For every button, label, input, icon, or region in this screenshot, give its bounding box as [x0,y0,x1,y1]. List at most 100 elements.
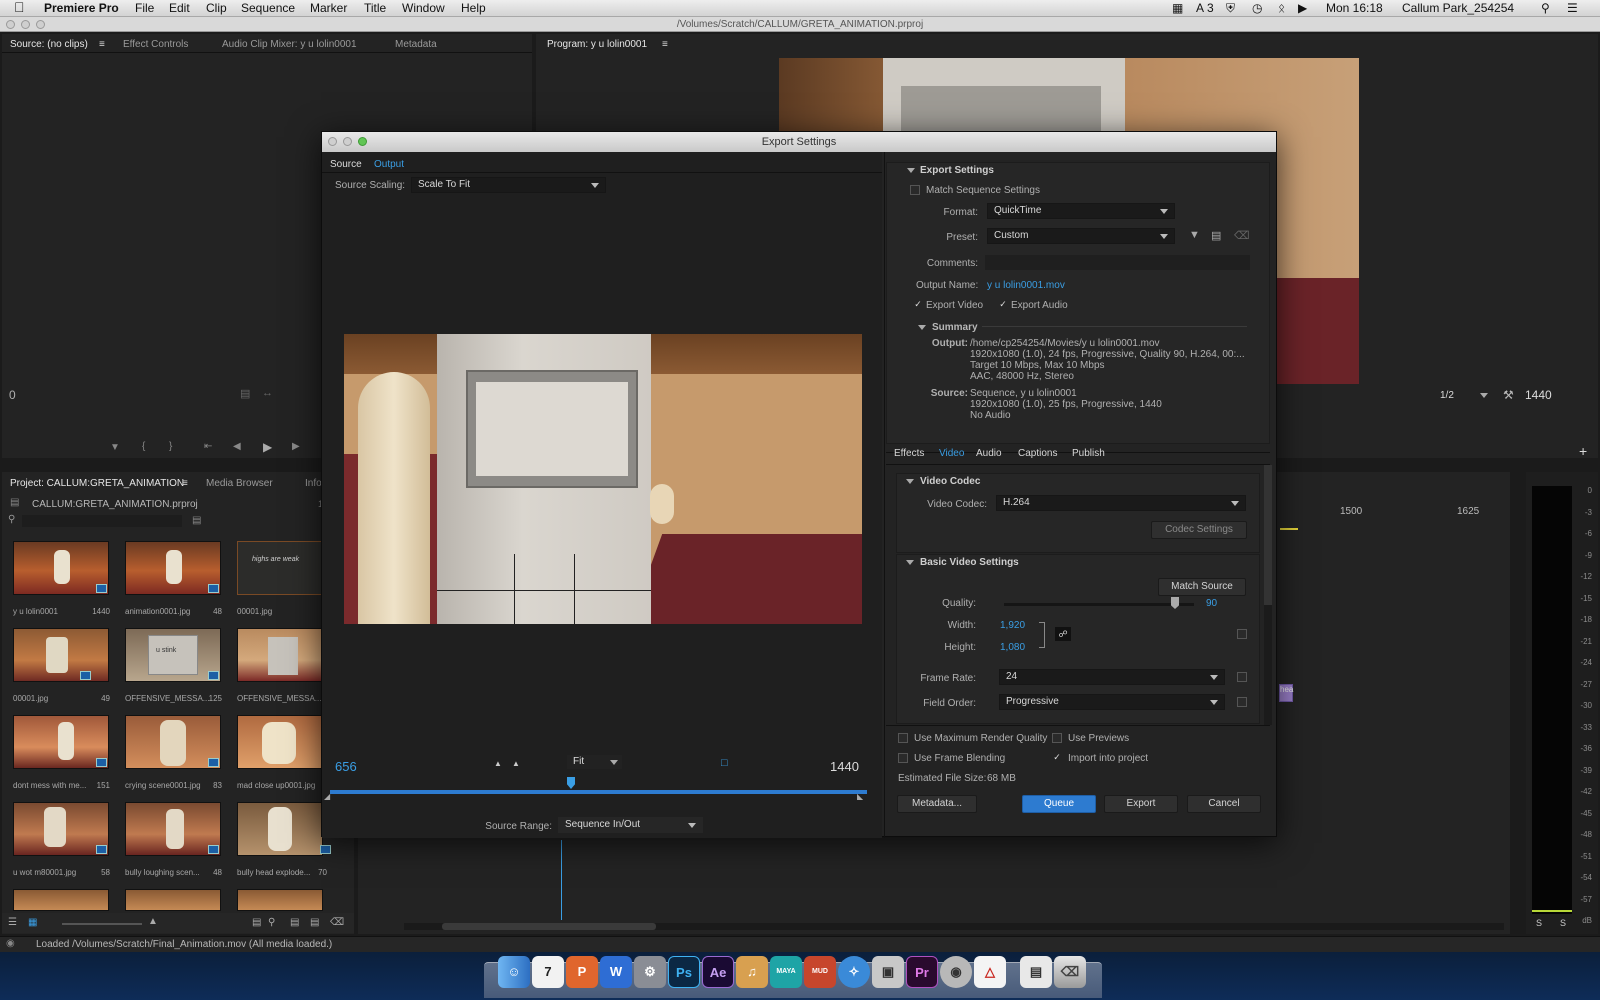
project-panel-menu-icon[interactable]: ≡ [182,478,188,489]
source-panel-menu-icon[interactable]: ≡ [99,39,105,50]
frame-rate-dropdown[interactable]: 24 [999,669,1225,685]
program-panel-menu-icon[interactable]: ≡ [662,39,668,50]
collapse-triangle-icon[interactable] [907,168,915,173]
range-out-handle[interactable]: ◣ [857,792,863,801]
mudbox-icon[interactable]: MUD [804,956,836,988]
match-source-button[interactable]: Match Source [1158,578,1246,596]
format-dropdown[interactable]: QuickTime [987,203,1175,219]
metadata-button[interactable]: Metadata... [897,795,977,813]
premiere-icon[interactable]: Pr [906,956,938,988]
crop-icon[interactable]: □ [721,757,728,769]
menu-clip[interactable]: Clip [206,1,227,15]
tab-program[interactable]: Program: y u lolin0001 [547,39,647,50]
add-button-icon[interactable]: + [1579,443,1587,459]
collapse-triangle-icon[interactable] [906,479,914,484]
trash-icon[interactable]: ⌫ [330,917,344,928]
play-icon[interactable]: ▶ [263,440,272,454]
frame-rate-checkbox[interactable] [1237,672,1247,682]
frame-blending-checkbox[interactable] [898,753,908,763]
spotlight-icon[interactable]: ⚲ [1541,1,1550,15]
comments-input[interactable] [985,255,1250,270]
steam-icon[interactable]: ◉ [940,956,972,988]
system-preferences-icon[interactable]: ⚙ [634,956,666,988]
dialog-zoom-button[interactable] [358,137,367,146]
icon-view-icon[interactable]: ▦ [28,917,37,928]
collapse-triangle-icon[interactable] [906,560,914,565]
search-icon[interactable]: ⚲ [8,514,15,525]
new-item-icon[interactable]: ▤ [310,917,319,928]
range-in-handle[interactable]: ◢ [324,792,330,801]
max-render-quality-checkbox[interactable] [898,733,908,743]
sort-icon[interactable]: ▲ [148,916,158,927]
output-name-link[interactable]: y u lolin0001.mov [987,280,1065,291]
thumb-crying-scene[interactable] [125,715,221,769]
automate-icon[interactable]: ▤ [252,917,261,928]
wrench-icon[interactable]: ⚒ [1503,388,1514,402]
solo-button-right[interactable]: S [1560,918,1566,928]
tab-source[interactable]: Source: (no clips) [10,39,88,50]
thumb-partial[interactable] [237,889,323,911]
mark-in-icon[interactable]: { [142,441,145,452]
settings-scrollbar[interactable] [1264,465,1272,725]
quality-value[interactable]: 90 [1206,598,1217,609]
acrobat-icon[interactable]: △ [974,956,1006,988]
minimize-window-button[interactable] [21,20,30,29]
document-icon[interactable]: ▤ [1020,956,1052,988]
thumb-bully-head[interactable] [237,802,323,856]
source-scaling-dropdown[interactable]: Scale To Fit [411,177,606,193]
preset-dropdown[interactable]: Custom [987,228,1175,244]
tab-output-preview[interactable]: Output [374,159,404,170]
source-range-dropdown[interactable]: Sequence In/Out [558,817,703,833]
set-in-point-icon[interactable]: ▲ [494,759,502,768]
summary-triangle-icon[interactable] [918,325,926,330]
thumb-chalkboard[interactable]: highs are weak [237,541,323,595]
queue-button[interactable]: Queue [1022,795,1096,813]
word-icon[interactable]: W [600,956,632,988]
calendar-icon[interactable]: 7 [532,956,564,988]
codec-settings-button[interactable]: Codec Settings [1151,521,1247,539]
cancel-button[interactable]: Cancel [1187,795,1261,813]
close-window-button[interactable] [6,20,15,29]
menu-window[interactable]: Window [402,1,445,15]
timeline-playhead[interactable] [561,840,562,920]
menu-help[interactable]: Help [461,1,486,15]
user-name[interactable]: Callum Park_254254 [1402,1,1514,15]
thumb-mad-close-up[interactable] [237,715,323,769]
source-range-bar[interactable] [330,790,867,794]
shield-icon[interactable]: ⛨ [1226,1,1235,16]
zoom-slider[interactable] [62,923,142,925]
thumb-partial[interactable] [13,889,109,911]
powerpoint-icon[interactable]: P [566,956,598,988]
thumb-bully-laughing[interactable] [125,802,221,856]
finder-icon[interactable]: ☺ [498,956,530,988]
timeline-scrollbar[interactable] [404,923,1504,930]
new-bin-icon[interactable]: ▤ [290,917,299,928]
timeline-clip[interactable]: hea [1279,684,1293,702]
new-bin-from-search-icon[interactable]: ▤ [192,515,201,526]
tab-video[interactable]: Video [939,448,964,459]
list-view-icon[interactable]: ☰ [8,917,17,928]
app-menu[interactable]: Premiere Pro [44,1,119,15]
thumb-dont-mess[interactable] [13,715,109,769]
field-order-checkbox[interactable] [1237,697,1247,707]
pdf-status-icon[interactable]: ▦ [1172,1,1183,15]
export-button[interactable]: Export [1104,795,1178,813]
find-icon[interactable]: ⚲ [268,917,275,928]
tab-source-preview[interactable]: Source [330,159,362,170]
tab-publish[interactable]: Publish [1072,448,1105,459]
tab-media-browser[interactable]: Media Browser [206,478,273,489]
work-area-bar[interactable] [1280,528,1298,530]
time-machine-icon[interactable]: ◷ [1252,1,1262,15]
set-out-point-icon[interactable]: ▲ [512,759,520,768]
menu-file[interactable]: File [135,1,154,15]
menu-title[interactable]: Title [364,1,386,15]
go-to-in-icon[interactable]: ⇤ [204,441,212,452]
tab-info[interactable]: Info [305,478,322,489]
preview-icon[interactable]: ▣ [872,956,904,988]
menu-sequence[interactable]: Sequence [241,1,295,15]
match-sequence-checkbox[interactable] [910,185,920,195]
mark-out-icon[interactable]: } [169,441,172,452]
import-preset-icon[interactable]: ▤ [1211,229,1221,242]
volume-icon[interactable]: ▶ [1298,1,1307,15]
tab-audio-clip-mixer[interactable]: Audio Clip Mixer: y u lolin0001 [222,39,357,50]
